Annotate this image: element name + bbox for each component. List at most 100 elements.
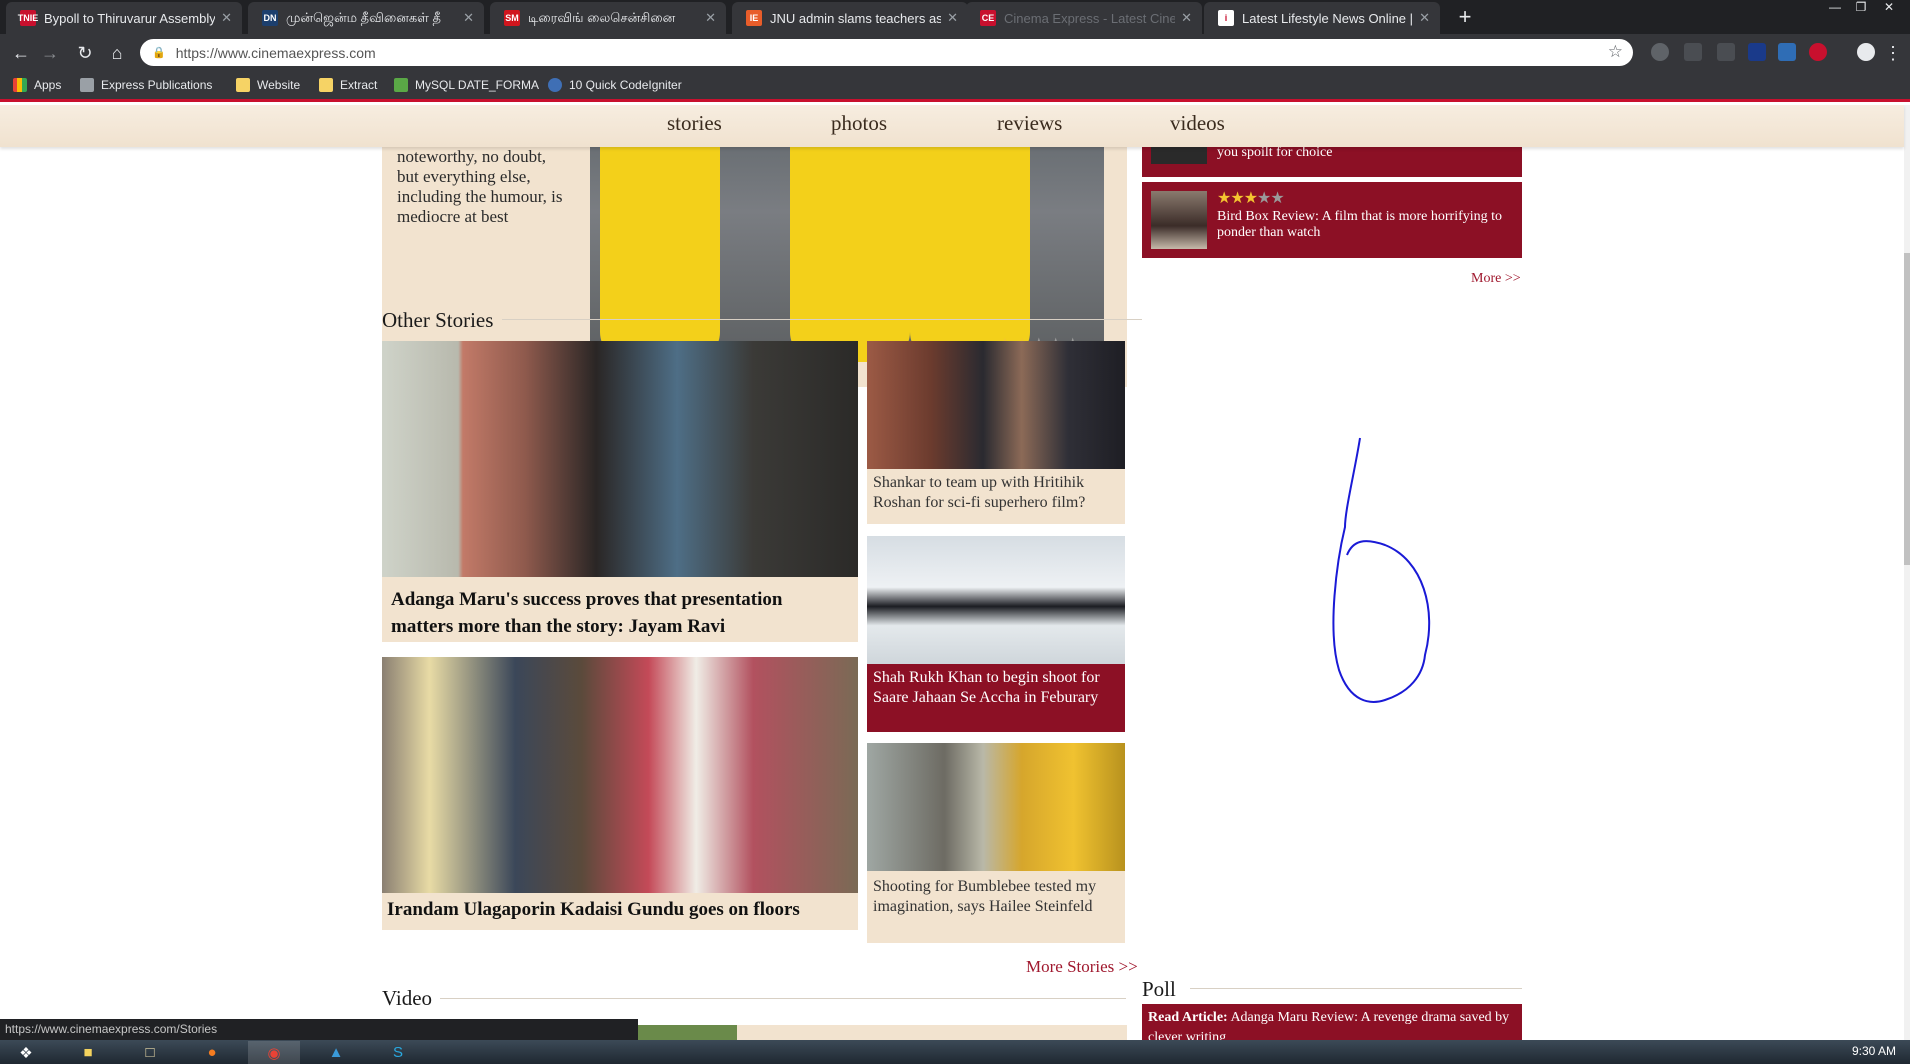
lifestyle-favicon-icon: i — [1218, 10, 1234, 26]
story-caption[interactable]: Shah Rukh Khan to begin shoot for Saare … — [873, 668, 1123, 708]
story-card-shah-rukh[interactable]: Shah Rukh Khan to begin shoot for Saare … — [867, 536, 1125, 732]
story-caption[interactable]: Adanga Maru's success proves that presen… — [391, 586, 841, 640]
handwritten-annotation — [1332, 437, 1431, 703]
chrome-icon[interactable]: ◉ — [248, 1041, 300, 1064]
tnie-favicon-icon: TNIE — [18, 10, 38, 26]
close-icon[interactable]: ✕ — [947, 10, 958, 26]
bookmark-label: Apps — [34, 78, 62, 92]
story-caption[interactable]: Shankar to team up with Hritihik Roshan … — [873, 473, 1123, 513]
bookmark-label: MySQL DATE_FORMA — [415, 78, 540, 92]
scrollbar-thumb[interactable] — [1904, 253, 1910, 565]
poll-card[interactable]: Read Article: Adanga Maru Review: A reve… — [1142, 1004, 1522, 1040]
bookmark-express-publications[interactable]: Express Publications — [80, 78, 212, 92]
story-image[interactable] — [382, 341, 858, 577]
close-icon[interactable]: ✕ — [705, 10, 716, 26]
review-thumbnail[interactable] — [1151, 191, 1207, 249]
bookmark-label: Extract — [340, 78, 378, 92]
video-caption-area[interactable] — [737, 1025, 1127, 1040]
review-caption[interactable]: Bird Box Review: A film that is more hor… — [1217, 209, 1513, 241]
new-tab-button[interactable]: + — [1452, 6, 1478, 28]
nav-photos[interactable]: photos — [831, 111, 887, 136]
bookmark-star-icon[interactable]: ☆ — [1608, 42, 1623, 62]
story-image[interactable] — [867, 743, 1125, 871]
start-button-icon[interactable]: ❖ — [0, 1041, 52, 1064]
tab-bypoll[interactable]: TNIE Bypoll to Thiruvarur Assembly co ✕ — [6, 2, 242, 34]
tab-title: JNU admin slams teachers assoc — [770, 10, 942, 26]
back-icon[interactable]: ← — [9, 41, 33, 65]
image-detail — [600, 147, 720, 362]
more-stories-link[interactable]: More Stories >> — [1026, 957, 1138, 977]
bookmark-mysql[interactable]: MySQL DATE_FORMA — [394, 78, 539, 92]
ie-favicon-icon: IE — [746, 10, 762, 26]
home-icon[interactable]: ⌂ — [105, 41, 129, 65]
dn-favicon-icon: DN — [262, 10, 278, 26]
sm-favicon-icon: SM — [504, 10, 520, 26]
story-image[interactable] — [867, 536, 1125, 664]
page-scrollbar[interactable] — [1904, 105, 1910, 1040]
firefox-icon[interactable]: ● — [186, 1041, 238, 1064]
tab-strip: TNIE Bypoll to Thiruvarur Assembly co ✕ … — [0, 0, 1910, 34]
video-thumbnail[interactable] — [637, 1025, 737, 1040]
vscode-icon[interactable]: ▲ — [310, 1041, 362, 1064]
close-icon[interactable]: ✕ — [1419, 10, 1430, 26]
nav-stories[interactable]: stories — [667, 111, 722, 136]
restore-icon[interactable]: ❐ — [1846, 0, 1876, 18]
story-card-adanga-maru[interactable]: Adanga Maru's success proves that presen… — [382, 341, 858, 642]
tab-lifestyle[interactable]: i Latest Lifestyle News Online | Ind ✕ — [1204, 2, 1440, 34]
tab-tamil-news[interactable]: DN முன்ஜென்ம தீவினைகள் தீ ✕ — [248, 2, 484, 34]
story-card-shankar-hrithik[interactable]: Shankar to team up with Hritihik Roshan … — [867, 341, 1125, 524]
lock-icon: 🔒 — [152, 47, 166, 59]
featured-review-image[interactable]: ★☆★★★ — [590, 147, 1104, 362]
review-card-previous[interactable]: you spoilt for choice — [1142, 142, 1522, 177]
profile-avatar-icon[interactable] — [1857, 43, 1875, 61]
video-heading: Video — [382, 986, 433, 1010]
notepad-icon[interactable]: □ — [124, 1041, 176, 1064]
tab-jnu[interactable]: IE JNU admin slams teachers assoc ✕ — [732, 2, 968, 34]
forward-icon[interactable]: → — [38, 41, 62, 65]
story-card-bumblebee[interactable]: Shooting for Bumblebee tested my imagina… — [867, 743, 1125, 943]
page-icon — [80, 78, 94, 92]
bookmark-website[interactable]: Website — [236, 78, 300, 92]
red-extension-icon[interactable] — [1809, 43, 1827, 61]
review-rating-stars: ★★★★★ — [1217, 190, 1285, 207]
status-bar-url: https://www.cinemaexpress.com/Stories — [0, 1019, 638, 1040]
nav-reviews[interactable]: reviews — [997, 111, 1062, 136]
review-caption[interactable]: you spoilt for choice — [1217, 145, 1332, 161]
story-image[interactable] — [867, 341, 1125, 469]
pen-extension-icon[interactable] — [1717, 43, 1735, 61]
story-card-irandam-ulagaporin[interactable]: Irandam Ulagaporin Kadaisi Gundu goes on… — [382, 657, 858, 930]
window-close-icon[interactable]: ✕ — [1874, 0, 1904, 18]
close-icon[interactable]: ✕ — [221, 10, 232, 26]
bookmark-extract[interactable]: Extract — [319, 78, 377, 92]
poll-article[interactable]: Read Article: Adanga Maru Review: A reve… — [1148, 1008, 1518, 1040]
tab-cinema-express[interactable]: CE Cinema Express - Latest Cinema ✕ — [966, 2, 1202, 34]
more-reviews-link[interactable]: More >> — [1471, 271, 1521, 287]
story-caption[interactable]: Irandam Ulagaporin Kadaisi Gundu goes on… — [387, 896, 853, 923]
bookmark-codeigniter[interactable]: 10 Quick CodeIgniter — [548, 78, 682, 92]
bookmark-apps[interactable]: Apps — [13, 78, 61, 92]
windows-taskbar: ❖ ■ □ ● ◉ ▲ S 9:30 AM — [0, 1040, 1910, 1064]
section-divider — [440, 998, 1126, 999]
web-page: stories photos reviews videos noteworthy… — [0, 105, 1910, 1040]
file-explorer-icon[interactable]: ■ — [62, 1041, 114, 1064]
screen-extension-icon[interactable] — [1778, 43, 1796, 61]
close-icon[interactable]: ✕ — [1181, 10, 1192, 26]
address-bar[interactable]: 🔒 https://www.cinemaexpress.com ☆ — [140, 39, 1633, 66]
globe-icon — [548, 78, 562, 92]
close-icon[interactable]: ✕ — [463, 10, 474, 26]
skype-icon[interactable]: S — [372, 1041, 424, 1064]
tab-title: Latest Lifestyle News Online | Ind — [1242, 10, 1414, 26]
bookmarks-bar: Apps Express Publications Website Extrac… — [0, 71, 1910, 102]
other-stories-heading: Other Stories — [382, 308, 494, 332]
menu-kebab-icon[interactable]: ⋮ — [1884, 41, 1902, 65]
story-caption[interactable]: Shooting for Bumblebee tested my imagina… — [873, 877, 1123, 917]
shield-extension-icon[interactable] — [1684, 43, 1702, 61]
address-url[interactable]: https://www.cinemaexpress.com — [176, 45, 376, 61]
story-image[interactable] — [382, 657, 858, 893]
review-card-bird-box[interactable]: ★★★★★ Bird Box Review: A film that is mo… — [1142, 182, 1522, 258]
extension-icon[interactable] — [1651, 43, 1669, 61]
reload-icon[interactable]: ↻ — [73, 41, 97, 65]
nav-videos[interactable]: videos — [1170, 111, 1225, 136]
tab-driving-license[interactable]: SM டிரைவிங் லைசென்சினை ✕ — [490, 2, 726, 34]
n-extension-icon[interactable] — [1748, 43, 1766, 61]
